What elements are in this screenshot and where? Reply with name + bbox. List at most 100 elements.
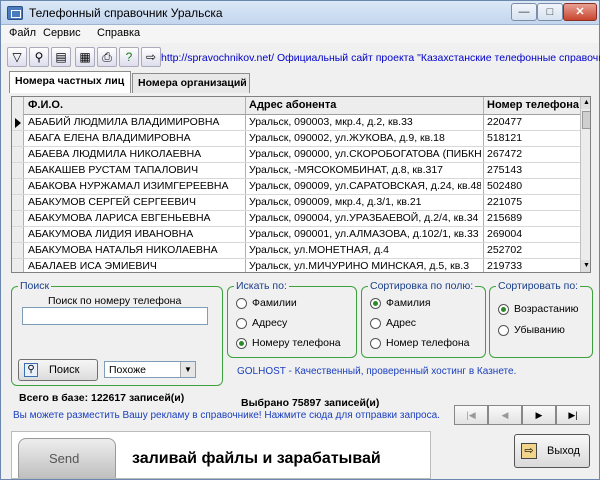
sort-field-radio-label[interactable]: Фамилия [386,297,431,309]
sort-field-radio-1[interactable] [370,318,381,329]
menu-bar: Файл Сервис Справка [1,25,599,43]
table-scrollbar[interactable]: ▲ ▼ [580,97,590,272]
row-indicator [12,227,24,242]
search-by-radio-2[interactable] [236,338,247,349]
minimize-button[interactable]: — [511,3,537,21]
table-row[interactable]: АБАЕВА ЛЮДМИЛА НИКОЛАЕВНА Уральск, 090000… [12,147,580,163]
cell-address: Уральск, 090002, ул.ЖУКОВА, д.9, кв.18 [249,132,445,144]
exit-button[interactable]: ⇨ Выход [514,434,590,468]
app-icon [7,6,23,20]
prev-record-icon[interactable]: ◀ [488,405,522,425]
search-group-title: Поиск [18,280,52,292]
table-row[interactable]: АБАКАШЕВ РУСТАМ ТАПАЛОВИЧ Уральск, -МЯСОК… [12,163,580,179]
scroll-thumb[interactable] [582,111,590,129]
cell-phone: 502480 [487,180,523,192]
table-row[interactable]: АБАБИЙ ЛЮДМИЛА ВЛАДИМИРОВНА Уральск, 0900… [12,115,580,131]
cell-phone: 220477 [487,116,523,128]
banner-text: заливай файлы и зарабатывай [132,450,381,467]
scroll-up-icon[interactable]: ▲ [581,97,590,109]
search-by-title: Искать по: [234,280,289,292]
cell-name: АБАКОВА НУРЖАМАЛ ИЗИМГЕРЕЕВНА [28,180,229,192]
document-icon[interactable]: ▤ [51,47,71,67]
phone-search-input[interactable] [22,307,208,325]
cell-name: АБАКАШЕВ РУСТАМ ТАПАЛОВИЧ [28,164,199,176]
sort-field-radio-0[interactable] [370,298,381,309]
sort-order-radio-0[interactable] [498,304,509,315]
help-icon[interactable]: ? [119,47,139,67]
table-row[interactable]: АБАГА ЕЛЕНА ВЛАДИМИРОВНА Уральск, 090002,… [12,131,580,147]
row-indicator [12,243,24,258]
cell-phone: 252702 [487,244,523,256]
cell-name: АБАКУМОВА ЛАРИСА ЕВГЕНЬЕВНА [28,212,211,224]
search-by-radio-label[interactable]: Адресу [252,317,287,329]
search-by-group: Искать по: Фамилии Адресу Номеру телефона [227,280,357,358]
match-mode-select[interactable]: Похоже ▼ [104,361,196,378]
sort-order-radio-label[interactable]: Убыванию [514,324,565,336]
sort-field-radio-label[interactable]: Адрес [386,317,416,329]
first-record-icon[interactable]: |◀ [454,405,488,425]
sort-order-radio-label[interactable]: Возрастанию [514,303,579,315]
exit-button-label: Выход [547,445,580,457]
sort-field-radio-2[interactable] [370,338,381,349]
table-row[interactable]: АБАКУМОВ СЕРГЕЙ СЕРГЕЕВИЧ Уральск, 090009… [12,195,580,211]
search-by-radio-1[interactable] [236,318,247,329]
keyboard-key-image: Send [18,438,116,478]
search-button-label: Поиск [49,364,80,376]
table-row[interactable]: АБАКОВА НУРЖАМАЛ ИЗИМГЕРЕЕВНА Уральск, 09… [12,179,580,195]
tab-private-numbers[interactable]: Номера частных лиц [9,71,131,93]
cell-name: АБАЛАЕВ ИСА ЭМИЕВИЧ [28,260,157,272]
table-row[interactable]: АБАКУМОВА ЛАРИСА ЕВГЕНЬЕВНА Уральск, 0900… [12,211,580,227]
exit-icon[interactable]: ⇨ [141,47,161,67]
site-link[interactable]: http://spravochnikov.net/ Официальный са… [161,52,600,64]
search-by-radio-label[interactable]: Номеру телефона [252,337,341,349]
menu-service[interactable]: Сервис [43,27,81,39]
chevron-down-icon[interactable]: ▼ [180,362,195,377]
search-by-radio-0[interactable] [236,298,247,309]
column-header-phone[interactable]: Номер телефона [487,99,579,111]
sort-order-group: Сортировать по: Возрастанию Убыванию [489,280,593,358]
sort-order-radio-1[interactable] [498,325,509,336]
title-bar: Телефонный справочник Уральска — □ ✕ [1,1,599,25]
last-record-icon[interactable]: ▶| [556,405,590,425]
cell-address: Уральск, ул.МИЧУРИНО МИНСКАЯ, д.5, кв.3 [249,260,470,272]
table-row[interactable]: АБАКУМОВА НАТАЛЬЯ НИКОЛАЕВНА Уральск, ул.… [12,243,580,259]
record-navigator: |◀ ◀ ▶ ▶| [454,405,590,425]
cell-phone: 219733 [487,260,523,272]
cell-phone: 267472 [487,148,523,160]
cell-phone: 275143 [487,164,523,176]
match-mode-value: Похоже [109,364,146,376]
cell-address: Уральск, 090004, ул.УРАЗБАЕВОЙ, д.2/4, к… [249,212,479,224]
close-button[interactable]: ✕ [563,3,597,21]
hosting-ad-link[interactable]: GOLHOST - Качественный, проверенный хост… [237,366,516,377]
sort-field-group: Сортировка по полю: Фамилия Адрес Номер те… [361,280,486,358]
excel-icon[interactable]: ▦ [75,47,95,67]
row-indicator [12,131,24,146]
next-record-icon[interactable]: ▶ [522,405,556,425]
ad-banner[interactable]: Send заливай файлы и зарабатывай [11,431,431,479]
search-button[interactable]: ⚲ Поиск [18,359,98,381]
table-row[interactable]: АБАЛАЕВ ИСА ЭМИЕВИЧ Уральск, ул.МИЧУРИНО … [12,259,580,272]
scroll-down-icon[interactable]: ▼ [581,260,590,272]
search-by-radio-label[interactable]: Фамилии [252,297,297,309]
column-header-name[interactable]: Ф.И.О. [28,99,243,111]
cell-name: АБАКУМОВА НАТАЛЬЯ НИКОЛАЕВНА [28,244,218,256]
tab-organization-numbers[interactable]: Номера организаций [132,73,250,93]
row-indicator [12,163,24,178]
filter-icon[interactable]: ▽ [7,47,27,67]
ad-request-link[interactable]: Вы можете разместить Вашу рекламу в спра… [13,410,440,421]
cell-name: АБАЕВА ЛЮДМИЛА НИКОЛАЕВНА [28,148,202,160]
print-icon[interactable]: ⎙ [97,47,117,67]
cell-name: АБАБИЙ ЛЮДМИЛА ВЛАДИМИРОВНА [28,116,220,128]
search-label: Поиск по номеру телефона [48,295,182,307]
sort-field-radio-label[interactable]: Номер телефона [386,337,470,349]
menu-help[interactable]: Справка [97,27,140,39]
maximize-button[interactable]: □ [537,3,563,21]
cell-address: Уральск, 090000, ул.СКОРОБОГАТОВА (ПИБКН… [249,148,481,160]
column-header-address[interactable]: Адрес абонента [249,99,481,111]
cell-address: Уральск, ул.МОНЕТНАЯ, д.4 [249,244,390,256]
search-icon[interactable]: ⚲ [29,47,49,67]
cell-name: АБАКУМОВА ЛИДИЯ ИВАНОВНА [28,228,194,240]
menu-file[interactable]: Файл [9,27,36,39]
table-row[interactable]: АБАКУМОВА ЛИДИЯ ИВАНОВНА Уральск, 090001,… [12,227,580,243]
row-indicator [12,147,24,162]
